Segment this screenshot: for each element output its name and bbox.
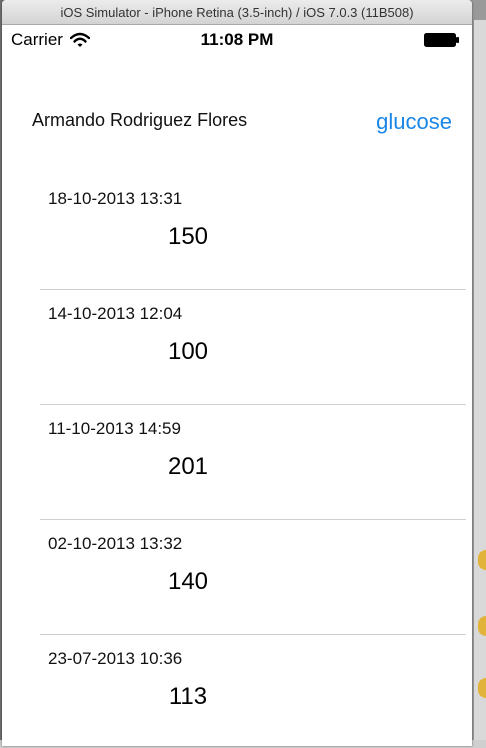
reading-row[interactable]: 23-07-2013 10:36 113: [40, 635, 466, 746]
reading-value: 150: [167, 223, 209, 250]
reading-value: 140: [167, 568, 209, 595]
desktop-marker: [478, 550, 486, 570]
reading-date: 14-10-2013 12:04: [48, 304, 183, 323]
header: Armando Rodriguez Flores glucose: [2, 55, 472, 175]
reading-row[interactable]: 11-10-2013 14:59 201: [40, 405, 466, 520]
simulator-window: iOS Simulator - iPhone Retina (3.5-inch)…: [2, 0, 472, 746]
device-screen: Carrier 11:08 PM Armando Rodriguez Flore…: [2, 25, 472, 746]
reading-date: 02-10-2013 13:32: [48, 534, 183, 553]
reading-date: 18-10-2013 13:31: [48, 189, 183, 208]
status-bar: Carrier 11:08 PM: [2, 25, 472, 55]
status-time: 11:08 PM: [200, 30, 274, 49]
battery-icon: [424, 33, 459, 47]
reading-row[interactable]: 18-10-2013 13:31 150: [40, 175, 466, 290]
reading-row[interactable]: 14-10-2013 12:04 100: [40, 290, 466, 405]
window-title-bar[interactable]: iOS Simulator - iPhone Retina (3.5-inch)…: [2, 0, 472, 25]
reading-date: 23-07-2013 10:36: [48, 649, 183, 668]
reading-date: 11-10-2013 14:59: [48, 419, 181, 438]
desktop-marker: [478, 616, 486, 636]
reading-value: 113: [168, 683, 208, 710]
reading-value: 201: [167, 453, 209, 480]
desktop-window-edge: [474, 20, 486, 748]
glucose-button[interactable]: glucose: [376, 109, 452, 135]
desktop-marker: [478, 678, 486, 698]
readings-list: 18-10-2013 13:31 150 14-10-2013 12:04 10…: [2, 175, 472, 746]
patient-name: Armando Rodriguez Flores: [32, 110, 248, 130]
reading-row[interactable]: 02-10-2013 13:32 140: [40, 520, 466, 635]
window-title: iOS Simulator - iPhone Retina (3.5-inch)…: [60, 4, 414, 20]
reading-value: 100: [167, 338, 209, 365]
